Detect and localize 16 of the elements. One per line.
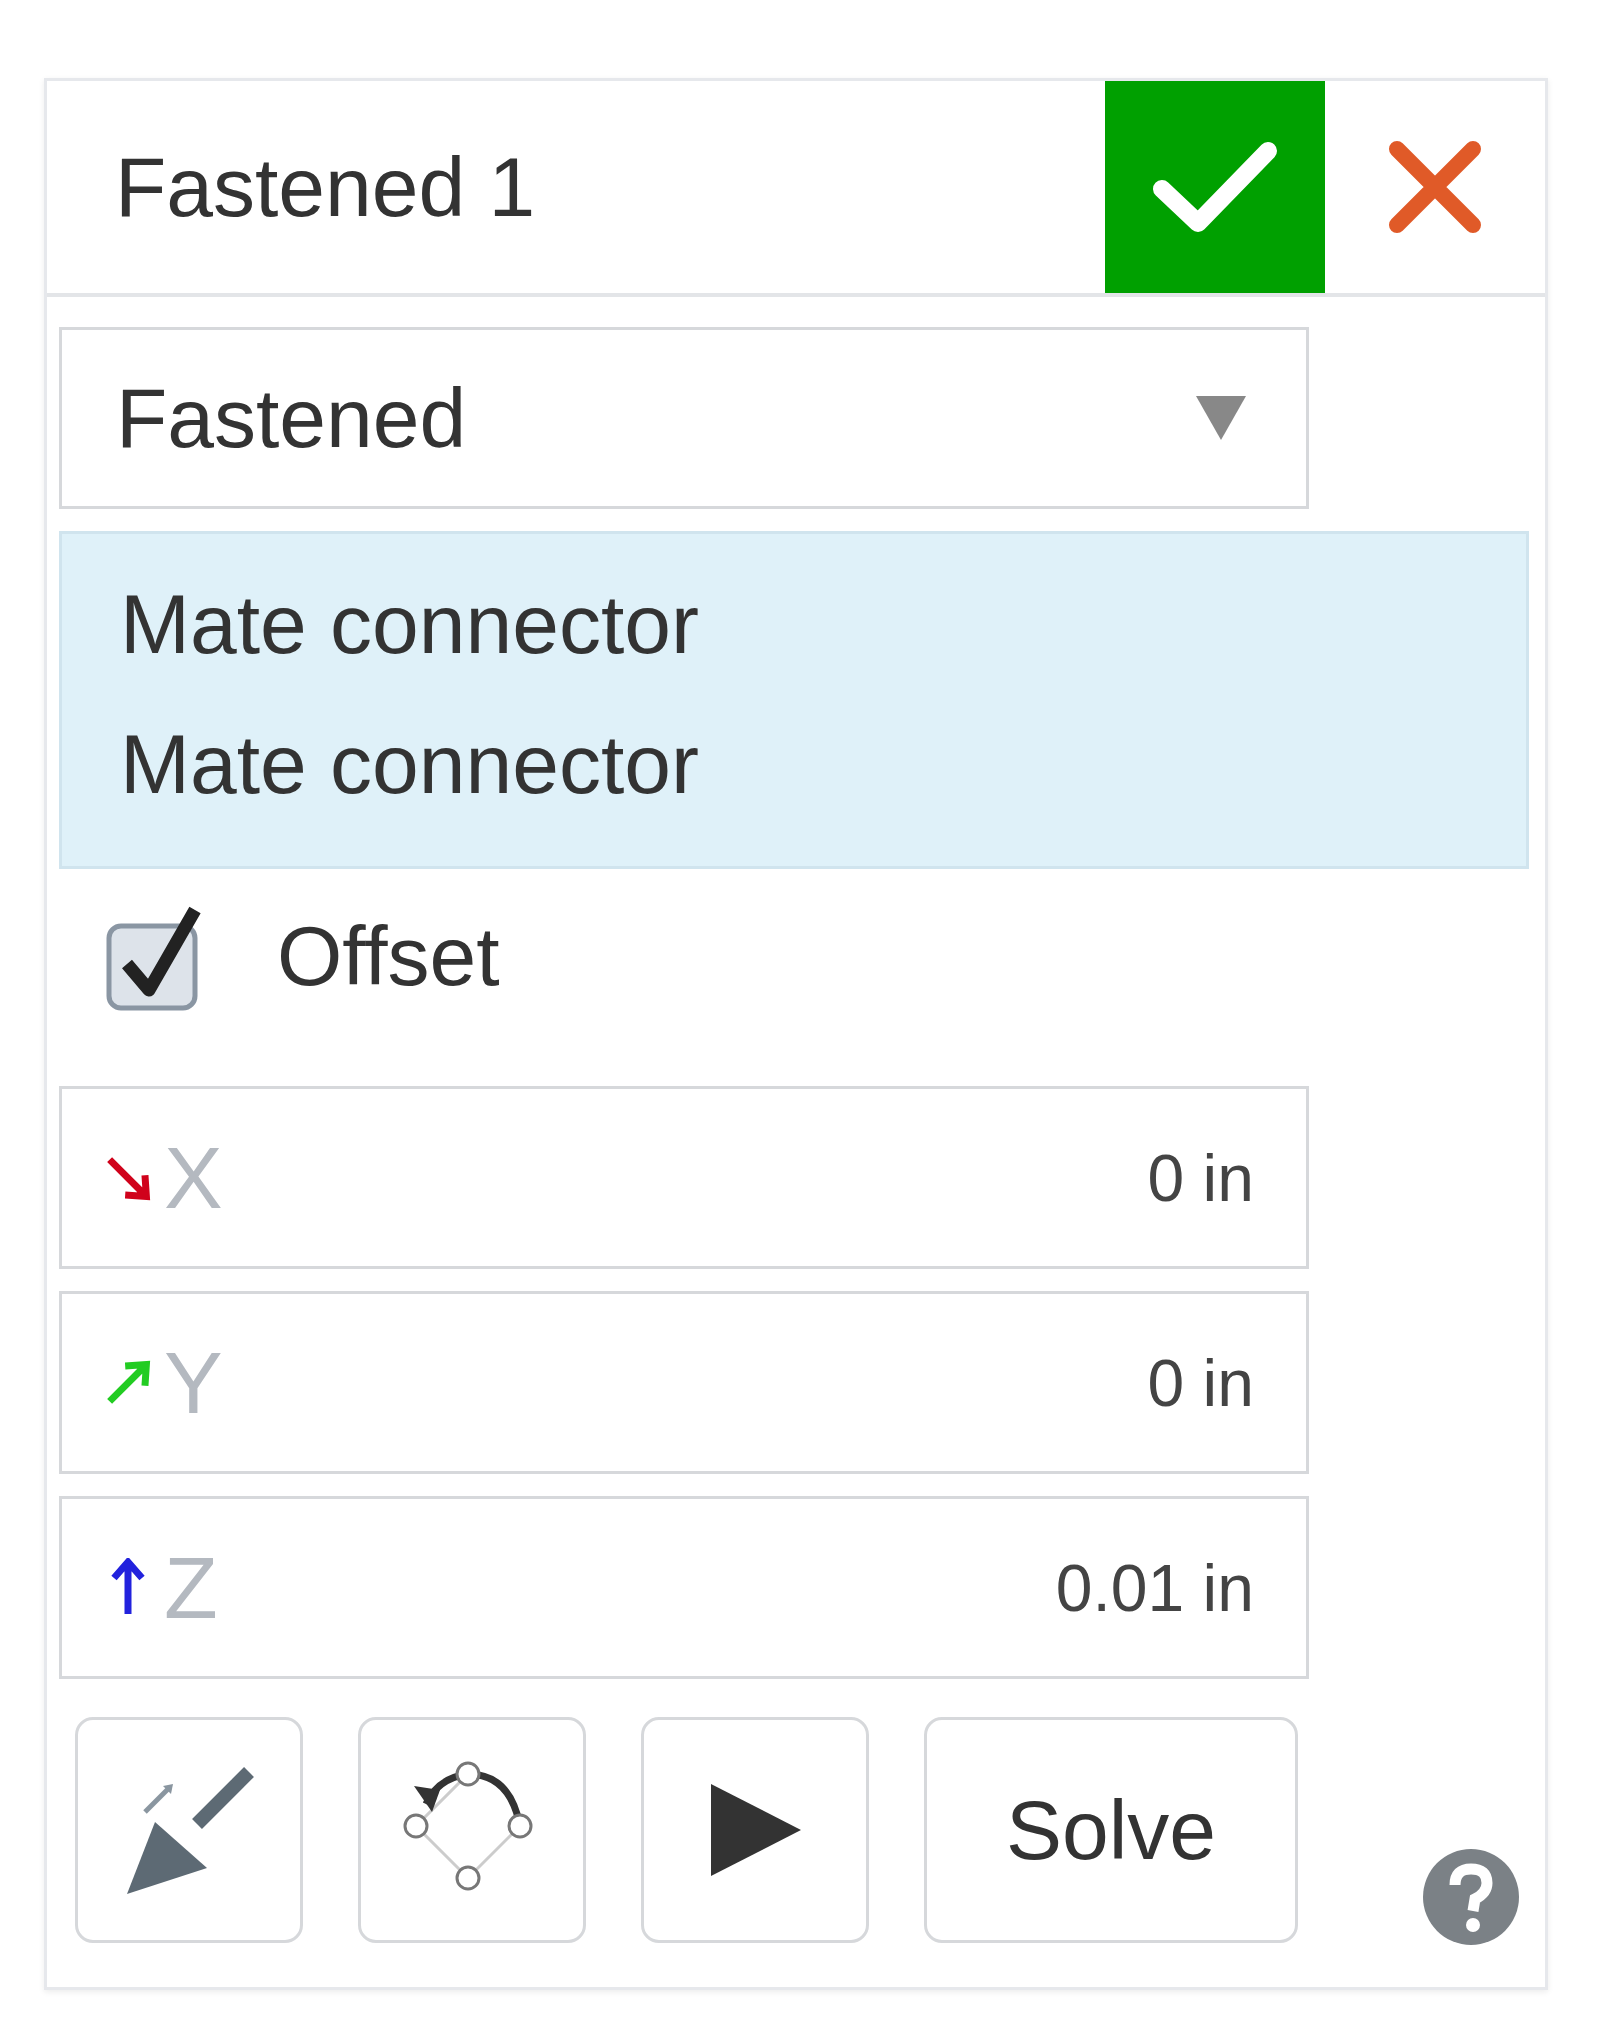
offset-field[interactable]: Y 0 in bbox=[59, 1291, 1309, 1474]
close-icon bbox=[1387, 139, 1483, 235]
play-button[interactable] bbox=[641, 1717, 869, 1943]
selection-item[interactable]: Mate connector bbox=[120, 694, 1526, 834]
caret-icon bbox=[1196, 396, 1246, 440]
rotate-button[interactable] bbox=[358, 1717, 586, 1943]
confirm-button[interactable] bbox=[1105, 81, 1325, 293]
solve-button[interactable]: Solve bbox=[924, 1717, 1298, 1943]
panel-title: Fastened 1 bbox=[114, 138, 537, 236]
mate-type-dropdown[interactable]: Fastened bbox=[59, 327, 1309, 509]
help-icon[interactable] bbox=[1423, 1849, 1519, 1945]
selection-item[interactable]: Mate connector bbox=[120, 554, 1526, 694]
flip-button[interactable] bbox=[75, 1717, 303, 1943]
offset-label: Offset bbox=[277, 908, 500, 1005]
offset-field[interactable]: X 0 in bbox=[59, 1086, 1309, 1269]
offset-field[interactable]: Z 0.01 in bbox=[59, 1496, 1309, 1679]
